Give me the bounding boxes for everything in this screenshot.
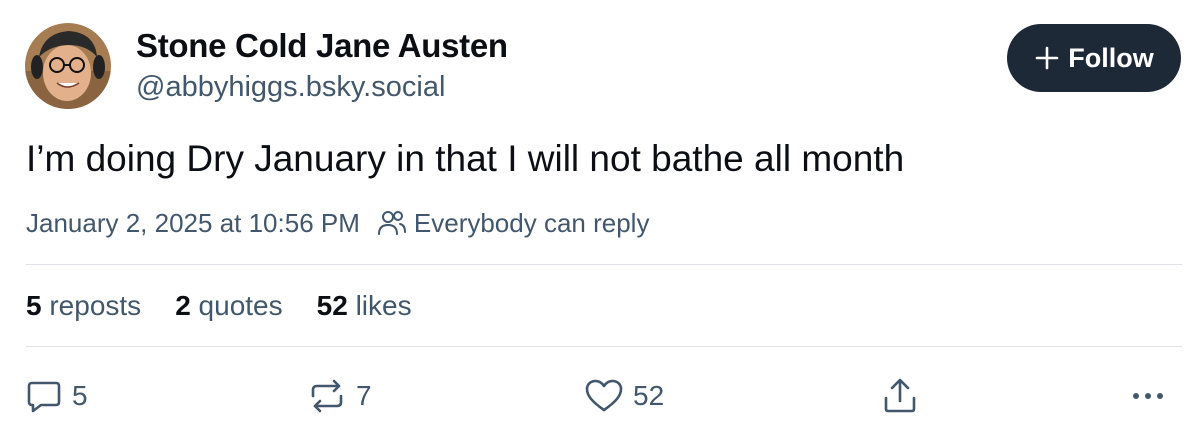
likes-label: likes <box>355 290 412 321</box>
author-handle[interactable]: @abbyhiggs.bsky.social <box>136 68 445 106</box>
like-count: 52 <box>633 380 665 411</box>
follow-button[interactable]: Follow <box>1007 24 1181 92</box>
repost-count: 7 <box>356 380 372 411</box>
like-button[interactable]: 52 <box>583 374 664 418</box>
reply-button[interactable]: 5 <box>24 374 88 418</box>
share-icon <box>884 378 916 413</box>
reply-bubble-icon <box>27 381 61 413</box>
reposts-count: 5 <box>26 290 42 321</box>
share-button[interactable] <box>880 374 920 418</box>
repost-icon <box>311 379 343 413</box>
plus-icon <box>1035 46 1059 70</box>
quotes-stat[interactable]: 2 quotes <box>175 290 282 322</box>
more-dots-icon <box>1133 393 1163 399</box>
post-text: I’m doing Dry January in that I will not… <box>26 138 905 179</box>
divider <box>26 264 1182 265</box>
post-card: Stone Cold Jane Austen @abbyhiggs.bsky.s… <box>0 0 1200 442</box>
avatar[interactable] <box>25 23 111 109</box>
reply-count: 5 <box>72 380 88 411</box>
post-meta: January 2, 2025 at 10:56 PM Everybody ca… <box>26 204 649 242</box>
heart-icon <box>585 379 623 412</box>
likes-stat[interactable]: 52 likes <box>317 290 412 322</box>
quotes-label: quotes <box>198 290 283 321</box>
likes-count: 52 <box>316 290 348 321</box>
reply-setting[interactable]: Everybody can reply <box>414 208 650 239</box>
people-icon <box>377 211 406 235</box>
follow-label: Follow <box>1068 43 1154 73</box>
repost-button[interactable]: 7 <box>306 374 372 418</box>
quotes-count: 2 <box>175 290 191 321</box>
reposts-stat[interactable]: 5 reposts <box>26 290 141 322</box>
engagement-stats: 5 reposts 2 quotes 52 likes <box>26 286 446 326</box>
author-display-name[interactable]: Stone Cold Jane Austen <box>136 26 508 66</box>
avatar-photo <box>25 23 111 109</box>
divider <box>26 346 1182 347</box>
more-options-button[interactable] <box>1128 374 1168 418</box>
post-timestamp[interactable]: January 2, 2025 at 10:56 PM <box>26 208 360 239</box>
reposts-label: reposts <box>49 290 142 321</box>
